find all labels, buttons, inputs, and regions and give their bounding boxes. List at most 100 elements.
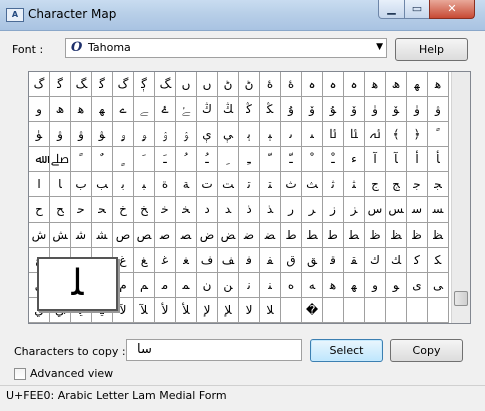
character-cell[interactable]: ﺢ [50,197,71,223]
character-cell[interactable] [386,297,407,323]
character-cell[interactable]: ﺸ [92,222,113,248]
character-cell[interactable]: ۋ [428,97,449,123]
character-cell[interactable]: ﺴ [428,197,449,223]
character-cell[interactable]: ﻁ [281,222,302,248]
character-cell[interactable]: ﹼ [260,147,281,173]
character-cell[interactable]: ﺯ [323,197,344,223]
scrollbar-thumb[interactable] [454,291,468,306]
character-cell[interactable]: ﴿ [407,122,428,148]
character-cell[interactable] [323,297,344,323]
character-cell[interactable]: ﺑ [113,172,134,198]
character-cell[interactable]: ﻫ [323,272,344,298]
character-cell[interactable]: ﺟ [407,172,428,198]
advanced-view-checkbox[interactable] [14,368,26,380]
character-cell[interactable]: ﯘ [323,97,344,123]
advanced-view-label[interactable]: Advanced view [30,367,113,380]
character-cell[interactable]: ﺪ [218,197,239,223]
character-cell[interactable]: ﷲ [29,147,50,173]
character-cell[interactable]: ﻄ [344,222,365,248]
character-cell[interactable]: ﺮ [302,197,323,223]
help-button[interactable]: Help [395,38,468,61]
character-cell[interactable]: ﻆ [386,222,407,248]
character-cell[interactable]: ں [176,72,197,98]
character-cell[interactable]: ﺐ [92,172,113,198]
character-cell[interactable]: ﻛ [407,247,428,273]
character-cell[interactable]: ﹲ [92,147,113,173]
character-cell[interactable]: ﺧ [155,197,176,223]
character-cell[interactable]: ﯫ [344,122,365,148]
character-cell[interactable]: ﻚ [386,247,407,273]
character-cell[interactable]: ﻰ [428,272,449,298]
character-cell[interactable]: ھ [386,72,407,98]
character-cell[interactable]: ﺦ [134,197,155,223]
character-cell[interactable]: ﺃ [407,147,428,173]
character-cell[interactable]: ﺘ [260,172,281,198]
character-cell[interactable]: ﯪ [323,122,344,148]
character-cell[interactable]: ﹽ [281,147,302,173]
character-cell[interactable]: ﮪ [50,97,71,123]
character-cell[interactable]: ﹷ [155,147,176,173]
character-cell[interactable]: ﮯ [134,97,155,123]
character-cell[interactable]: ﯦ [239,122,260,148]
character-cell[interactable]: ﻙ [365,247,386,273]
character-cell[interactable]: ﹶ [134,147,155,173]
character-cell[interactable]: ۆ [302,97,323,123]
character-cell[interactable]: ﹸ [176,147,197,173]
character-cell[interactable]: ﹹ [197,147,218,173]
character-cell[interactable]: � [302,297,323,323]
character-cell[interactable]: ﮔ [92,72,113,98]
character-cell[interactable]: ﻷ [155,297,176,323]
chevron-down-icon[interactable]: ▼ [376,42,383,52]
character-cell[interactable]: ﺱ [365,197,386,223]
character-cell[interactable]: ﺬ [260,197,281,223]
character-cell[interactable]: ﺁ [365,147,386,173]
character-cell[interactable]: ﮭ [92,97,113,123]
character-cell[interactable]: ﯕ [239,97,260,123]
grid-scrollbar[interactable] [451,72,470,323]
character-cell[interactable]: ﺙ [281,172,302,198]
character-cell[interactable]: ﮔ [50,72,71,98]
character-cell[interactable]: ﺻ [155,222,176,248]
character-cell[interactable]: ﯡ [134,122,155,148]
character-cell[interactable] [365,297,386,323]
character-cell[interactable]: ﺼ [176,222,197,248]
character-cell[interactable]: ﯓ [197,97,218,123]
character-cell[interactable]: ﻧ [239,272,260,298]
character-cell[interactable]: ﻗ [323,247,344,273]
character-cell[interactable]: ﺿ [239,222,260,248]
title-bar[interactable]: A Character Map ▁ ▭ ✕ [0,0,485,31]
character-cell[interactable]: ﻐ [176,247,197,273]
character-cell[interactable]: ﻕ [281,247,302,273]
character-cell[interactable]: ﻺ [218,297,239,323]
character-cell[interactable]: ﻘ [344,247,365,273]
character-cell[interactable]: ﺗ [239,172,260,198]
character-cell[interactable]: ﻹ [197,297,218,323]
font-select[interactable]: O Tahoma ▼ [65,38,387,58]
character-cell[interactable]: ﻂ [302,222,323,248]
character-cell[interactable]: ﯤ [197,122,218,148]
character-cell[interactable]: ﻣ [155,272,176,298]
characters-to-copy-input[interactable]: سا [126,339,302,361]
character-cell[interactable]: ہ [323,72,344,98]
character-cell[interactable]: ﯚ [386,97,407,123]
character-cell[interactable]: ﺳ [407,197,428,223]
character-cell[interactable]: ﺫ [239,197,260,223]
character-cell[interactable]: ﺏ [71,172,92,198]
character-cell[interactable]: ﯟ [92,122,113,148]
character-cell[interactable]: ﻮ [386,272,407,298]
character-cell[interactable]: ﺷ [71,222,92,248]
character-cell[interactable]: ﺖ [218,172,239,198]
character-cell[interactable]: ﺠ [428,172,449,198]
character-cell[interactable]: ﯨ [281,122,302,148]
character-cell[interactable]: ﺤ [92,197,113,223]
character-cell[interactable] [407,297,428,323]
character-cell[interactable]: ﯜ [29,122,50,148]
character-cell[interactable]: ﻻ [239,297,260,323]
character-cell[interactable]: ﺂ [386,147,407,173]
character-cell[interactable]: ﯧ [260,122,281,148]
character-cell[interactable]: ﮭ [407,72,428,98]
character-cell[interactable]: ﹰ [71,147,92,173]
copy-button[interactable]: Copy [390,339,463,362]
character-cell[interactable]: ﯔ [218,97,239,123]
character-cell[interactable]: ے [113,97,134,123]
